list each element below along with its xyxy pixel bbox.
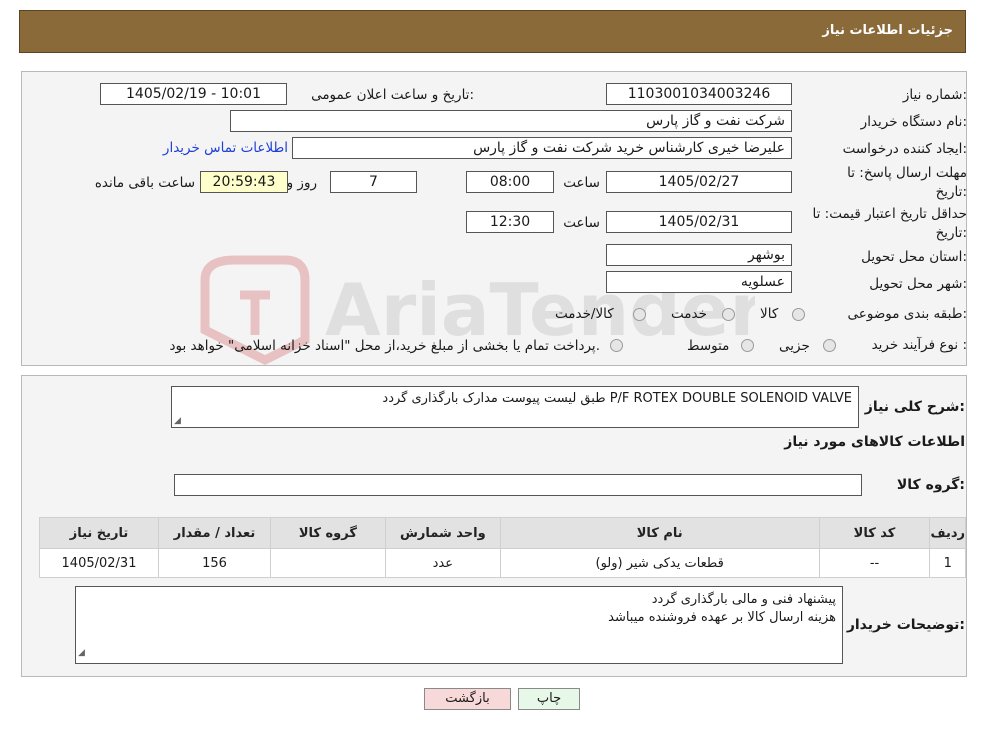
- back-button[interactable]: بازگشت: [424, 688, 511, 710]
- summary-field[interactable]: P/F ROTEX DOUBLE SOLENOID VALVE طبق لیست…: [171, 386, 859, 428]
- validity-label-date: تاریخ:: [935, 225, 967, 241]
- category-option-goods: کالا: [760, 306, 779, 322]
- validity-time-label: ساعت: [563, 215, 600, 231]
- validity-label: حداقل تاریخ اعتبار قیمت: تا: [812, 206, 967, 222]
- cell-date: 1405/02/31: [38, 548, 160, 578]
- buyer-notes-line-1: پیشنهاد فنی و مالی بارگذاری گردد: [651, 592, 836, 607]
- cell-row: 1: [929, 548, 966, 578]
- col-unit-header: واحد شمارش: [384, 517, 501, 549]
- remaining-time-field: 20:59:43: [200, 171, 288, 193]
- category-option-goods-service: کالا/خدمت: [555, 306, 614, 322]
- col-qty-header: تعداد / مقدار: [158, 517, 271, 549]
- city-field: عسلویه: [606, 271, 792, 293]
- goods-group-label: گروه کالا:: [896, 477, 965, 493]
- col-code-header: کد کالا: [818, 517, 931, 549]
- deadline-label-date: تاریخ:: [935, 184, 967, 200]
- page-title: جزئیات اطلاعات نیاز: [822, 23, 953, 38]
- page-header: جزئیات اطلاعات نیاز: [19, 10, 966, 53]
- col-date-header: تاریخ نیاز: [38, 517, 160, 549]
- process-checkbox-treasury[interactable]: [610, 339, 623, 352]
- category-radio-goods[interactable]: [792, 308, 805, 321]
- cell-code: --: [818, 548, 931, 578]
- process-radio-minor[interactable]: [823, 339, 836, 352]
- buyer-org-field: شرکت نفت و گاز پارس: [230, 110, 792, 132]
- creator-field: علیرضا خیری کارشناس خرید شرکت نفت و گاز …: [292, 137, 792, 159]
- remaining-label: ساعت باقی مانده: [94, 175, 195, 191]
- resize-grip-icon[interactable]: ◢: [174, 416, 181, 426]
- summary-text: P/F ROTEX DOUBLE SOLENOID VALVE طبق لیست…: [382, 391, 852, 406]
- buyer-notes-line-2: هزینه ارسال کالا بر عهده فروشنده میباشد: [608, 610, 836, 625]
- buyer-notes-field[interactable]: پیشنهاد فنی و مالی بارگذاری گردد هزینه ا…: [75, 586, 843, 664]
- cell-group: [269, 548, 386, 578]
- cell-unit: عدد: [384, 548, 501, 578]
- deadline-time-field: 08:00: [466, 171, 554, 193]
- days-field: 7: [330, 171, 417, 193]
- validity-date-field: 1405/02/31: [606, 211, 792, 233]
- print-button[interactable]: چاپ: [518, 688, 580, 710]
- creator-label: ایجاد کننده درخواست:: [842, 141, 967, 157]
- city-label: شهر محل تحویل:: [869, 276, 967, 292]
- category-radio-goods-service[interactable]: [633, 308, 646, 321]
- category-label: طبقه بندی موضوعی:: [847, 306, 967, 322]
- goods-table: ردیف کد کالا نام کالا واحد شمارش گروه کا…: [38, 517, 966, 578]
- validity-time-field: 12:30: [466, 211, 554, 233]
- process-note: پرداخت تمام یا بخشی از مبلغ خرید،از محل …: [169, 338, 600, 354]
- table-header-row: ردیف کد کالا نام کالا واحد شمارش گروه کا…: [38, 517, 966, 549]
- category-option-service: خدمت: [671, 306, 707, 322]
- cell-qty: 156: [158, 548, 271, 578]
- days-label: روز و: [286, 175, 317, 191]
- col-group-header: گروه کالا: [269, 517, 386, 549]
- buyer-org-label: نام دستگاه خریدار:: [860, 114, 967, 130]
- col-name-header: نام کالا: [499, 517, 820, 549]
- goods-group-field: [174, 474, 862, 496]
- process-option-medium: متوسط: [687, 338, 730, 354]
- process-label: نوع فرآیند خرید :: [871, 337, 967, 353]
- announce-datetime-field: 1405/02/19 - 10:01: [100, 83, 287, 105]
- announce-label: تاریخ و ساعت اعلان عمومی:: [311, 87, 474, 103]
- col-row-header: ردیف: [929, 517, 966, 549]
- process-option-minor: جزیی: [779, 338, 810, 354]
- deadline-time-label: ساعت: [563, 175, 600, 191]
- category-radio-service[interactable]: [722, 308, 735, 321]
- summary-label: شرح کلی نیاز:: [864, 399, 965, 415]
- need-number-label: شماره نیاز:: [902, 87, 967, 103]
- process-radio-medium[interactable]: [741, 339, 754, 352]
- buyer-contact-link[interactable]: اطلاعات تماس خریدار: [163, 140, 288, 156]
- need-number-field: 1103001034003246: [606, 83, 792, 105]
- province-label: استان محل تحویل:: [861, 249, 967, 265]
- goods-info-title: اطلاعات کالاهای مورد نیاز: [784, 434, 965, 450]
- table-row: 1 -- قطعات یدکی شیر (ولو) عدد 156 1405/0…: [38, 548, 966, 578]
- deadline-date-field: 1405/02/27: [606, 171, 792, 193]
- deadline-label: مهلت ارسال پاسخ: تا: [847, 165, 967, 181]
- cell-name: قطعات یدکی شیر (ولو): [499, 548, 820, 578]
- buyer-notes-label: توضیحات خریدار:: [846, 617, 965, 633]
- resize-grip-icon[interactable]: ◢: [78, 644, 85, 662]
- province-field: بوشهر: [606, 244, 792, 266]
